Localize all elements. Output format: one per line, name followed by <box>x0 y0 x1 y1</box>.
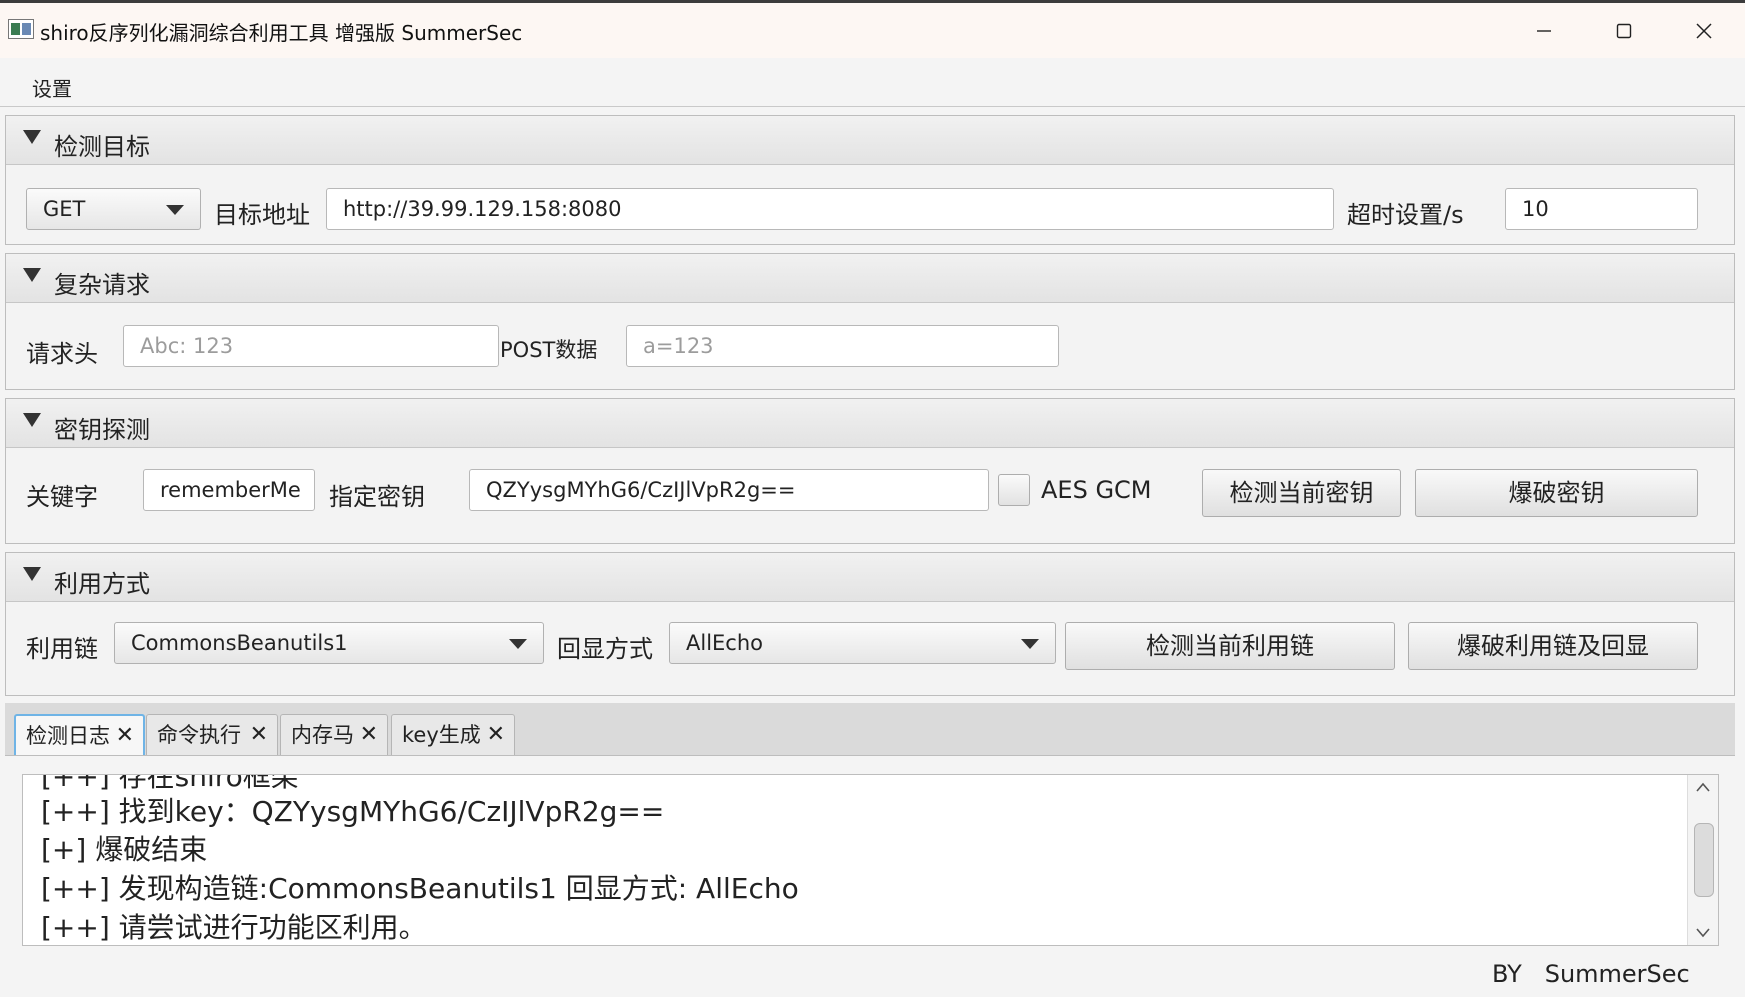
key-pane: 密钥探测 关键字 rememberMe 指定密钥 QZYysgMYhG6/CzI… <box>5 398 1735 544</box>
tab-label: 检测日志 <box>26 724 110 748</box>
timeout-input[interactable]: 10 <box>1505 188 1698 230</box>
app-icon <box>8 19 34 39</box>
complex-pane: 复杂请求 请求头 Abc: 123 POST数据 a=123 <box>5 253 1735 390</box>
menu-bar: 设置 <box>0 58 1745 107</box>
target-pane: 检测目标 GET 目标地址 http://39.99.129.158:8080 … <box>5 115 1735 245</box>
collapse-arrow-icon <box>23 130 41 144</box>
minimize-button[interactable] <box>1514 11 1574 51</box>
tab-strip: 检测日志 ✕ 命令执行 ✕ 内存马 ✕ key生成 ✕ <box>5 703 1735 756</box>
key-pane-title: 密钥探测 <box>54 416 150 444</box>
close-tab-icon[interactable]: ✕ <box>250 715 268 755</box>
request-headers-input[interactable]: Abc: 123 <box>123 325 499 367</box>
title-bar: shiro反序列化漏洞综合利用工具 增强版 SummerSec <box>0 0 1745 58</box>
post-data-input[interactable]: a=123 <box>626 325 1059 367</box>
tab-detection-log[interactable]: 检测日志 ✕ <box>14 714 145 755</box>
tab-label: 内存马 <box>291 723 354 747</box>
chevron-down-icon <box>1021 639 1039 649</box>
close-icon <box>1696 23 1712 39</box>
maximize-icon <box>1616 23 1632 39</box>
tab-label: 命令执行 <box>157 723 241 747</box>
request-headers-label: 请求头 <box>26 340 98 368</box>
keyword-label: 关键字 <box>26 483 98 511</box>
log-scrollbar[interactable] <box>1687 775 1718 945</box>
tab-key-generate[interactable]: key生成 ✕ <box>391 714 515 755</box>
key-pane-header[interactable]: 密钥探测 <box>6 399 1734 448</box>
close-tab-icon[interactable]: ✕ <box>116 716 134 756</box>
target-address-label: 目标地址 <box>214 201 310 229</box>
post-data-label: POST数据 <box>500 338 598 362</box>
footer-by: BY <box>1492 960 1522 988</box>
aes-gcm-checkbox[interactable] <box>998 474 1030 506</box>
target-address-input[interactable]: http://39.99.129.158:8080 <box>326 188 1334 230</box>
log-textarea[interactable]: [++] 存在shiro框架 [++] 找到key：QZYysgMYhG6/Cz… <box>22 774 1719 946</box>
menu-settings[interactable]: 设置 <box>32 73 72 102</box>
log-line: [+] 爆破结束 <box>41 833 208 866</box>
collapse-arrow-icon <box>23 567 41 581</box>
echo-label: 回显方式 <box>557 635 653 663</box>
chain-select-value: CommonsBeanutils1 <box>131 631 348 655</box>
echo-select[interactable]: AllEcho <box>669 622 1056 664</box>
method-select[interactable]: GET <box>26 188 201 230</box>
close-button[interactable] <box>1674 11 1734 51</box>
method-select-value: GET <box>43 197 86 221</box>
scrollbar-thumb[interactable] <box>1694 823 1714 897</box>
exploit-pane-header[interactable]: 利用方式 <box>6 553 1734 602</box>
log-line: [++] 找到key：QZYysgMYhG6/CzIJlVpR2g== <box>41 795 665 828</box>
chevron-down-icon <box>509 639 527 649</box>
minimize-icon <box>1537 30 1551 32</box>
collapse-arrow-icon <box>23 413 41 427</box>
tab-label: key生成 <box>402 723 481 747</box>
maximize-button[interactable] <box>1594 11 1654 51</box>
tab-command-exec[interactable]: 命令执行 ✕ <box>146 714 278 755</box>
target-pane-title: 检测目标 <box>54 133 150 161</box>
footer-author: SummerSec <box>1544 960 1690 988</box>
collapse-arrow-icon <box>23 268 41 282</box>
chevron-down-icon[interactable] <box>1695 927 1711 939</box>
log-line: [++] 请尝试进行功能区利用。 <box>41 911 427 944</box>
specified-key-label: 指定密钥 <box>329 483 425 511</box>
log-line: [++] 发现构造链:CommonsBeanutils1 回显方式: AllEc… <box>41 872 799 905</box>
chevron-up-icon[interactable] <box>1695 781 1711 793</box>
aes-gcm-label: AES GCM <box>1041 476 1152 504</box>
chain-select[interactable]: CommonsBeanutils1 <box>114 622 544 664</box>
brute-key-button[interactable]: 爆破密钥 <box>1415 469 1698 517</box>
window-title: shiro反序列化漏洞综合利用工具 增强版 SummerSec <box>40 21 523 45</box>
close-tab-icon[interactable]: ✕ <box>360 715 378 755</box>
exploit-pane: 利用方式 利用链 CommonsBeanutils1 回显方式 AllEcho … <box>5 552 1735 696</box>
close-tab-icon[interactable]: ✕ <box>487 715 505 755</box>
tab-memshell[interactable]: 内存马 ✕ <box>280 714 388 755</box>
exploit-pane-title: 利用方式 <box>54 570 150 598</box>
check-chain-button[interactable]: 检测当前利用链 <box>1065 622 1395 670</box>
keyword-input[interactable]: rememberMe <box>143 469 315 511</box>
complex-pane-header[interactable]: 复杂请求 <box>6 254 1734 303</box>
echo-select-value: AllEcho <box>686 631 764 655</box>
complex-pane-title: 复杂请求 <box>54 271 150 299</box>
chain-label: 利用链 <box>26 635 98 663</box>
brute-chain-button[interactable]: 爆破利用链及回显 <box>1408 622 1698 670</box>
target-pane-header[interactable]: 检测目标 <box>6 116 1734 165</box>
check-key-button[interactable]: 检测当前密钥 <box>1202 469 1401 517</box>
chevron-down-icon <box>166 205 184 215</box>
timeout-label: 超时设置/s <box>1347 201 1464 229</box>
footer-credit: BY SummerSec <box>1492 960 1690 988</box>
specified-key-input[interactable]: QZYysgMYhG6/CzIJlVpR2g== <box>469 469 989 511</box>
